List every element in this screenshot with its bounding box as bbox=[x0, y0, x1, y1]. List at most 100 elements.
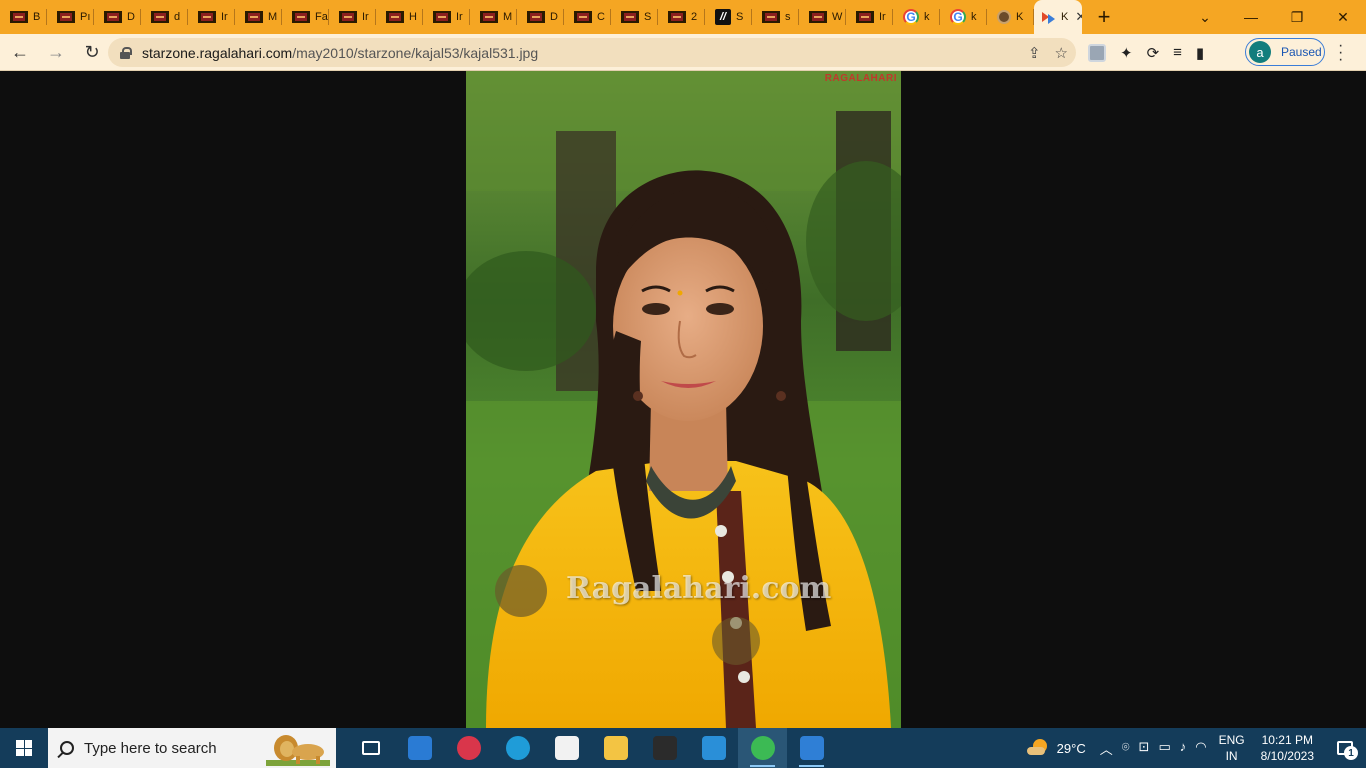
menu-icon[interactable]: · · · bbox=[1338, 38, 1343, 68]
tab[interactable]: 2 bbox=[658, 0, 705, 34]
tab[interactable]: Ir bbox=[188, 0, 235, 34]
tab-search-icon[interactable]: ⌄ bbox=[1182, 9, 1228, 26]
tab[interactable]: D bbox=[517, 0, 564, 34]
taskbar-app-wps-office[interactable] bbox=[444, 728, 493, 768]
tab[interactable]: W bbox=[799, 0, 846, 34]
bookmark-star-icon[interactable]: ☆ bbox=[1055, 44, 1068, 62]
clock-time: 10:21 PM bbox=[1261, 733, 1313, 747]
taskbar-apps bbox=[346, 728, 836, 768]
taskbar: Type here to search 29°C ︿ ⌾ ⊡ ▭ ♪ ◠ ENG… bbox=[0, 728, 1366, 768]
omnibox-actions: ⇪ ☆ bbox=[1028, 38, 1068, 67]
lion-icon bbox=[266, 735, 330, 766]
tab-label: Ir bbox=[362, 11, 369, 23]
tab[interactable]: C bbox=[564, 0, 611, 34]
clock[interactable]: 10:21 PM 8/10/2023 bbox=[1261, 732, 1314, 764]
tab[interactable]: B bbox=[0, 0, 47, 34]
tab[interactable]: D bbox=[94, 0, 141, 34]
address-bar[interactable]: starzone.ragalahari.com/may2010/starzone… bbox=[108, 38, 1076, 67]
tab-label: Ir bbox=[879, 11, 886, 23]
url-text[interactable]: starzone.ragalahari.com/may2010/starzone… bbox=[142, 45, 538, 61]
restore-button[interactable]: ❐ bbox=[1274, 9, 1320, 26]
photos-icon bbox=[799, 736, 824, 760]
tab-label: k bbox=[924, 11, 930, 23]
notification-center-button[interactable]: 1 bbox=[1330, 728, 1360, 768]
start-button[interactable] bbox=[0, 728, 48, 768]
tab-strip: B Pı Dd Ir M Fa Ir H Ir M D C S 2//Ss W Ir Gk Gk K K ✕ + ⌄… bbox=[0, 0, 1366, 34]
close-window-button[interactable]: ✕ bbox=[1320, 9, 1366, 26]
tab-close-icon[interactable]: ✕ bbox=[1075, 9, 1082, 25]
tab-active-label: K bbox=[1061, 11, 1069, 23]
tab-label: D bbox=[127, 11, 135, 23]
search-placeholder: Type here to search bbox=[84, 739, 217, 757]
film-icon bbox=[104, 11, 122, 23]
tab[interactable]: S bbox=[611, 0, 658, 34]
side-panel-icon[interactable]: ▮ bbox=[1196, 44, 1204, 62]
film-icon bbox=[809, 11, 827, 23]
taskbar-app-file-explorer[interactable] bbox=[591, 728, 640, 768]
meet-now-icon[interactable]: ⌾ bbox=[1122, 739, 1130, 758]
taskbar-app-vs-code[interactable] bbox=[689, 728, 738, 768]
minimize-button[interactable]: — bbox=[1228, 9, 1274, 25]
sync-icon[interactable]: ⟳ bbox=[1147, 44, 1160, 62]
tab[interactable]: d bbox=[141, 0, 188, 34]
tab[interactable]: Ir bbox=[423, 0, 470, 34]
wifi-icon[interactable]: ◠ bbox=[1195, 739, 1206, 758]
film-icon bbox=[480, 11, 498, 23]
tab-label: Ir bbox=[221, 11, 228, 23]
back-button[interactable]: ← bbox=[4, 36, 36, 68]
tab-label: Ir bbox=[456, 11, 463, 23]
volume-icon[interactable]: ♪ bbox=[1180, 739, 1187, 758]
film-icon bbox=[57, 11, 75, 23]
watermark-top: RAGALAHARI bbox=[824, 73, 897, 84]
lock-icon[interactable] bbox=[120, 46, 132, 59]
reload-button[interactable]: ↻ bbox=[76, 36, 108, 68]
film-icon bbox=[151, 11, 169, 23]
taskbar-app-chrome[interactable] bbox=[738, 728, 787, 768]
tab-active[interactable]: K ✕ bbox=[1034, 0, 1082, 34]
microsoft-store-icon bbox=[554, 736, 579, 760]
new-tab-button[interactable]: + bbox=[1084, 0, 1124, 34]
taskbar-app-edge[interactable] bbox=[493, 728, 542, 768]
taskbar-search[interactable]: Type here to search bbox=[48, 728, 336, 768]
tab-label: s bbox=[785, 11, 791, 23]
tab[interactable]: s bbox=[752, 0, 799, 34]
tab[interactable]: K bbox=[987, 0, 1034, 34]
taskbar-app-photos[interactable] bbox=[787, 728, 836, 768]
taskbar-app-microsoft-store[interactable] bbox=[542, 728, 591, 768]
weather-widget[interactable]: 29°C bbox=[1026, 739, 1086, 757]
forward-button[interactable]: → bbox=[40, 36, 72, 68]
film-icon bbox=[198, 11, 216, 23]
tab[interactable]: H bbox=[376, 0, 423, 34]
tab[interactable]: M bbox=[470, 0, 517, 34]
tab-label: M bbox=[503, 11, 513, 23]
battery-icon[interactable]: ▭ bbox=[1158, 739, 1170, 758]
tab[interactable]: Gk bbox=[893, 0, 940, 34]
tab[interactable]: M bbox=[235, 0, 282, 34]
security-icon[interactable]: ⊡ bbox=[1139, 739, 1150, 758]
media-queue-icon[interactable]: ≡ bbox=[1173, 44, 1182, 61]
share-icon[interactable]: ⇪ bbox=[1028, 44, 1041, 62]
tab-label: M bbox=[268, 11, 278, 23]
taskbar-app-task-view[interactable] bbox=[346, 728, 395, 768]
tab[interactable]: Fa bbox=[282, 0, 329, 34]
puzzle-icon[interactable]: ✦ bbox=[1120, 44, 1133, 62]
google-icon: G bbox=[903, 9, 919, 25]
tab[interactable]: Pı bbox=[47, 0, 94, 34]
task-view-icon bbox=[361, 741, 380, 755]
extension-icon[interactable] bbox=[1088, 43, 1106, 62]
tab[interactable]: Ir bbox=[846, 0, 893, 34]
taskbar-app-mail[interactable] bbox=[395, 728, 444, 768]
page-viewport: RAGALAHARI Ragalahari.com bbox=[0, 71, 1366, 728]
taskbar-app-terminal[interactable] bbox=[640, 728, 689, 768]
tab[interactable]: Ir bbox=[329, 0, 376, 34]
tray-icons: ︿ ⌾ ⊡ ▭ ♪ ◠ bbox=[1100, 739, 1207, 758]
film-icon bbox=[10, 11, 28, 23]
tab-label: Pı bbox=[80, 11, 91, 23]
tab[interactable]: Gk bbox=[940, 0, 987, 34]
tab[interactable]: // S bbox=[705, 0, 752, 34]
chevron-up-icon[interactable]: ︿ bbox=[1100, 739, 1113, 758]
film-icon bbox=[386, 11, 404, 23]
language-indicator[interactable]: ENG IN bbox=[1219, 732, 1245, 764]
displayed-image[interactable]: RAGALAHARI Ragalahari.com bbox=[466, 71, 901, 728]
profile-button[interactable]: a Paused bbox=[1245, 38, 1325, 66]
